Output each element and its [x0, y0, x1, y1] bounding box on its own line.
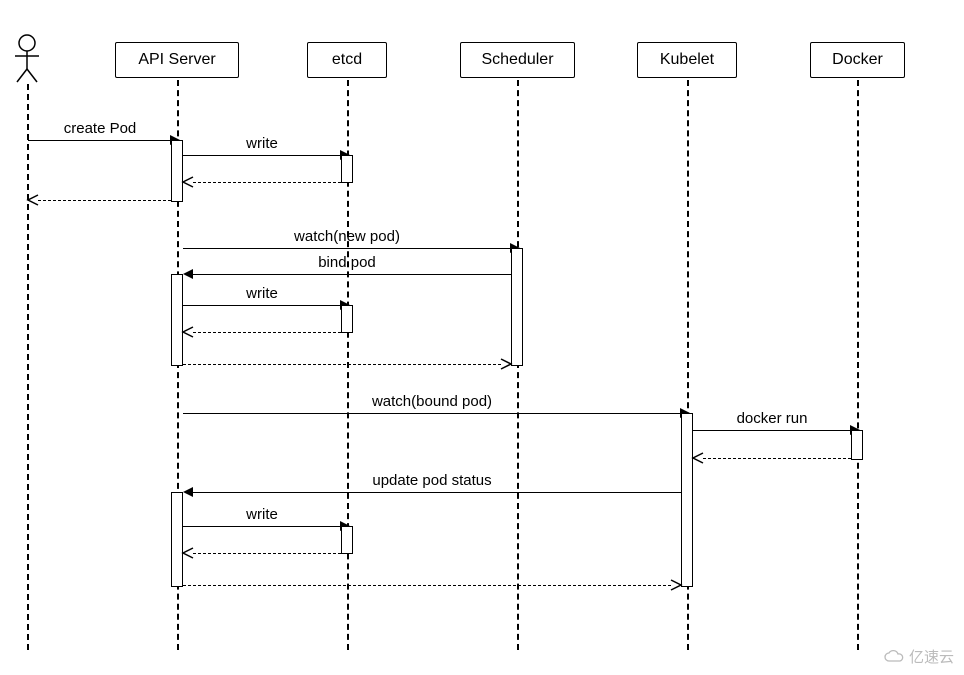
- label-create-pod: create Pod: [64, 120, 137, 137]
- label-update-pod-status: update pod status: [372, 472, 491, 489]
- actor-figure: [12, 34, 42, 89]
- return-api-kubelet: [183, 585, 671, 586]
- arrow-create-pod: [28, 140, 170, 141]
- label-watch-bound-pod: watch(bound pod): [372, 393, 492, 410]
- return-api-scheduler: [183, 364, 501, 365]
- label-bind-pod: bind pod: [318, 254, 376, 271]
- activation-kubelet: [681, 413, 693, 587]
- activation-etcd-2: [341, 305, 353, 333]
- label-write-3: write: [246, 506, 278, 523]
- activation-docker: [851, 430, 863, 460]
- label-docker-run: docker run: [737, 410, 808, 427]
- label-write-1: write: [246, 135, 278, 152]
- participant-docker: Docker: [810, 42, 905, 78]
- arrow-watch-bound-pod: [183, 413, 680, 414]
- return-api-actor: [38, 200, 171, 201]
- cloud-icon: [883, 649, 905, 665]
- activation-scheduler: [511, 248, 523, 366]
- return-etcd-api-3: [193, 553, 341, 554]
- watermark-text: 亿速云: [909, 646, 954, 667]
- lifeline-actor: [27, 84, 29, 650]
- lifeline-docker: [857, 80, 859, 650]
- return-etcd-api-2: [193, 332, 341, 333]
- arrow-watch-new-pod: [183, 248, 510, 249]
- participant-etcd: etcd: [307, 42, 387, 78]
- label-write-2: write: [246, 285, 278, 302]
- arrow-bind-pod: [193, 274, 511, 275]
- arrow-update-pod-status: [193, 492, 681, 493]
- participant-kubelet: Kubelet: [637, 42, 737, 78]
- activation-api-3: [171, 492, 183, 587]
- activation-api-2: [171, 274, 183, 366]
- activation-api-1: [171, 140, 183, 202]
- arrow-write-1: [183, 155, 340, 156]
- label-watch-new-pod: watch(new pod): [294, 228, 400, 245]
- activation-etcd-3: [341, 526, 353, 554]
- watermark: 亿速云: [883, 646, 954, 667]
- arrow-write-3: [183, 526, 340, 527]
- return-docker-kubelet: [703, 458, 851, 459]
- arrow-write-2: [183, 305, 340, 306]
- activation-etcd-1: [341, 155, 353, 183]
- arrow-docker-run: [693, 430, 850, 431]
- participant-scheduler: Scheduler: [460, 42, 575, 78]
- participant-api-server: API Server: [115, 42, 239, 78]
- return-etcd-api-1: [193, 182, 341, 183]
- sequence-diagram: API Server etcd Scheduler Kubelet Docker…: [0, 0, 964, 675]
